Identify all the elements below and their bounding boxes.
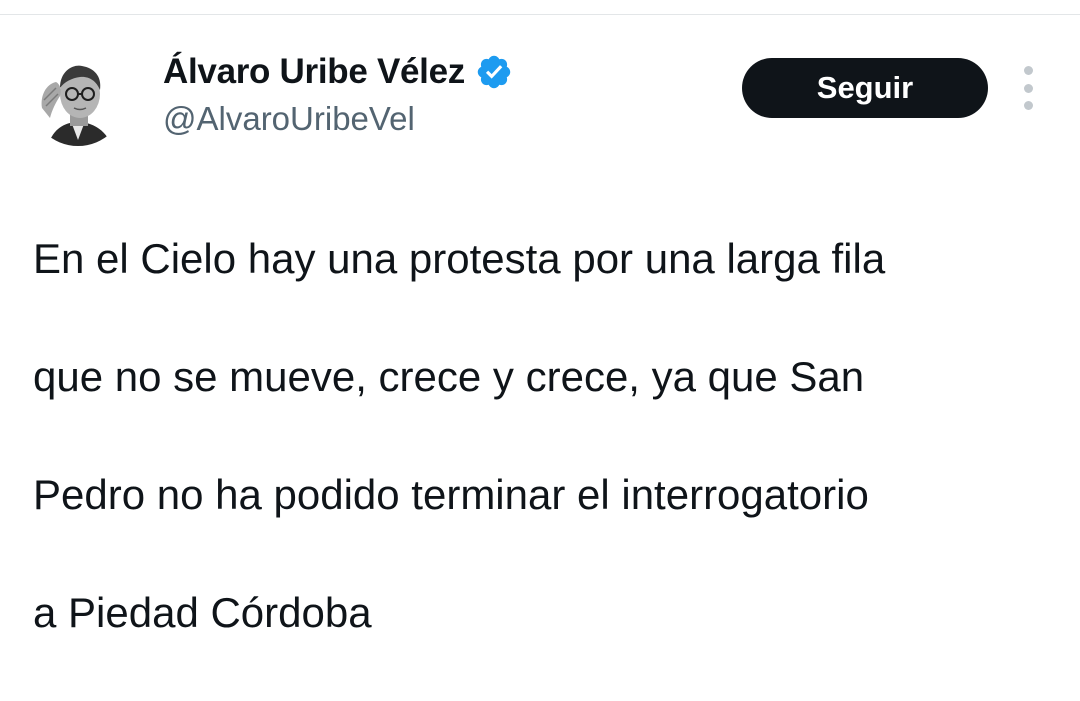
- more-dot: [1023, 66, 1033, 75]
- follow-button[interactable]: Seguir: [742, 58, 988, 118]
- verified-badge-icon: [477, 55, 511, 89]
- top-divider: [0, 14, 1080, 15]
- tweet-text-line: Pedro no ha podido terminar el interroga…: [33, 471, 869, 518]
- more-dot: [1023, 83, 1033, 93]
- author-display-name[interactable]: Álvaro Uribe Vélez: [163, 52, 465, 92]
- more-options-icon[interactable]: [1014, 66, 1042, 110]
- author-handle[interactable]: @AlvaroUribeVel: [163, 100, 415, 138]
- tweet-text-line: que no se mueve, crece y crece, ya que S…: [33, 353, 865, 400]
- tweet-text: En el Cielo hay una protesta por una lar…: [33, 170, 1043, 701]
- tweet-text-line: a Piedad Córdoba: [33, 589, 372, 636]
- more-dot: [1023, 101, 1033, 110]
- author-name-row: Álvaro Uribe Vélez: [163, 50, 513, 94]
- tweet-text-line: En el Cielo hay una protesta por una lar…: [33, 235, 886, 282]
- avatar[interactable]: [30, 50, 126, 146]
- avatar-photo-icon: [30, 50, 126, 146]
